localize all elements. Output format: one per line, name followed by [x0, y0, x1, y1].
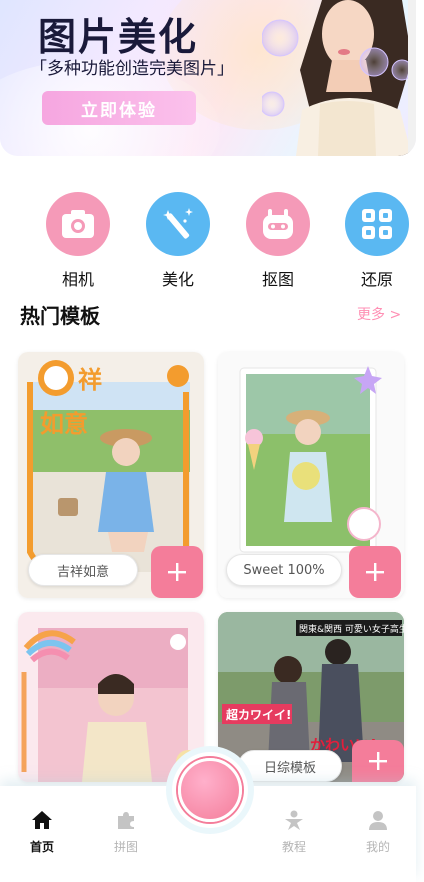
template-card[interactable]	[18, 612, 204, 782]
tool-label: 还原	[360, 270, 393, 289]
add-template-button[interactable]	[349, 546, 401, 598]
add-template-button[interactable]	[151, 546, 203, 598]
tutorial-icon	[285, 810, 303, 830]
svg-text:如意: 如意	[40, 410, 88, 438]
template-name-pill: 日综模板	[238, 750, 342, 782]
robot-icon	[246, 192, 310, 256]
template-card[interactable]: 祥 如意 吉祥如意	[18, 352, 204, 598]
magic-wand-icon	[146, 192, 210, 256]
nav-collage[interactable]: 拼图	[96, 810, 156, 855]
center-camera-button[interactable]	[172, 752, 248, 828]
banner-title: 图片美化	[38, 15, 199, 59]
nav-home-label: 首页	[29, 840, 54, 854]
nav-tutorial[interactable]: 教程	[264, 810, 324, 855]
tool-restore[interactable]: 还原	[344, 192, 410, 290]
plus-icon	[168, 563, 186, 581]
scrollbar-track[interactable]	[408, 0, 416, 156]
grid-icon	[345, 192, 409, 256]
add-template-button[interactable]	[352, 740, 404, 782]
tool-cutout[interactable]: 抠图	[245, 192, 311, 290]
banner-model-photo	[262, 0, 413, 156]
template-name-pill: Sweet 100%	[226, 554, 342, 586]
tool-label: 相机	[61, 270, 94, 289]
nav-collage-label: 拼图	[113, 840, 138, 854]
tool-beautify[interactable]: 美化	[145, 192, 211, 290]
template-thumbnail	[18, 612, 204, 782]
nav-home[interactable]: 首页	[12, 810, 72, 855]
nav-mine-label: 我的	[365, 840, 390, 854]
template-name-pill: 吉祥如意	[28, 554, 138, 586]
puzzle-icon	[118, 812, 134, 829]
more-link[interactable]: 更多 >	[357, 304, 401, 324]
try-now-button[interactable]: 立即体验	[42, 91, 196, 125]
nav-tutorial-label: 教程	[281, 840, 306, 854]
tool-label: 美化	[161, 270, 194, 289]
nav-mine[interactable]: 我的	[348, 810, 408, 855]
section-title: 热门模板	[20, 304, 100, 328]
plus-icon	[369, 752, 387, 770]
home-icon	[32, 811, 52, 829]
svg-text:関東&関西 可愛い女子高生: 関東&関西 可愛い女子高生	[299, 623, 404, 635]
plus-icon	[366, 563, 384, 581]
tool-camera[interactable]: 相机	[45, 192, 111, 290]
camera-icon	[46, 192, 110, 256]
svg-text:超カワイイ!: 超カワイイ!	[225, 707, 291, 722]
svg-text:祥: 祥	[78, 366, 102, 394]
hero-banner[interactable]: 图片美化 「多种功能创造完美图片」 立即体验	[0, 0, 416, 156]
tool-label: 抠图	[261, 270, 294, 289]
template-card[interactable]: 関東&関西 可愛い女子高生 超カワイイ! かわいい! 日综模板	[218, 612, 404, 782]
template-card[interactable]: Sweet 100%	[218, 352, 404, 598]
shutter-icon	[178, 758, 242, 822]
user-icon	[369, 811, 387, 830]
banner-subtitle: 「多种功能创造完美图片」	[30, 59, 234, 79]
